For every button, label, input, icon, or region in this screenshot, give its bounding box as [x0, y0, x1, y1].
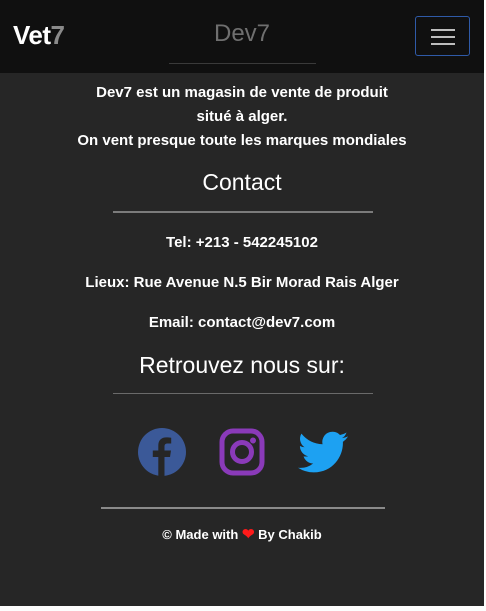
navbar-title: Dev7	[213, 20, 271, 47]
footer-prefix: © Made with	[162, 527, 239, 542]
about-line-3: On vent presque toute les marques mondia…	[77, 132, 407, 149]
navbar: Vet7 Dev7	[0, 0, 484, 73]
navbar-divider	[169, 63, 316, 64]
contact-email[interactable]: Email: contact@dev7.com	[0, 314, 484, 331]
contact-phone: Tel: +213 - 542245102	[166, 234, 318, 251]
heart-icon: ❤	[241, 526, 255, 543]
hamburger-icon-bar	[431, 43, 455, 45]
footer-divider	[101, 507, 385, 509]
contact-heading: Contact	[202, 169, 282, 195]
about-line-2: situé à alger.	[196, 108, 288, 125]
social-divider	[113, 393, 373, 394]
page: Vet7 Dev7 Dev7 est un magasin de vente d…	[0, 0, 484, 606]
twitter-icon[interactable]	[297, 427, 348, 477]
footer-suffix: By Chakib	[258, 527, 322, 542]
footer-credit: © Made with ❤ By Chakib	[0, 525, 484, 543]
hamburger-icon-bar	[431, 29, 455, 31]
about-line-1: Dev7 est un magasin de vente de produit	[96, 84, 388, 101]
instagram-icon[interactable]	[217, 427, 267, 477]
contact-divider	[113, 211, 373, 213]
hamburger-icon-bar	[431, 36, 455, 38]
menu-toggle-button[interactable]	[415, 16, 470, 56]
contact-address: Lieux: Rue Avenue N.5 Bir Morad Rais Alg…	[85, 274, 399, 291]
social-heading: Retrouvez nous sur:	[139, 352, 345, 378]
facebook-icon[interactable]	[137, 427, 187, 477]
